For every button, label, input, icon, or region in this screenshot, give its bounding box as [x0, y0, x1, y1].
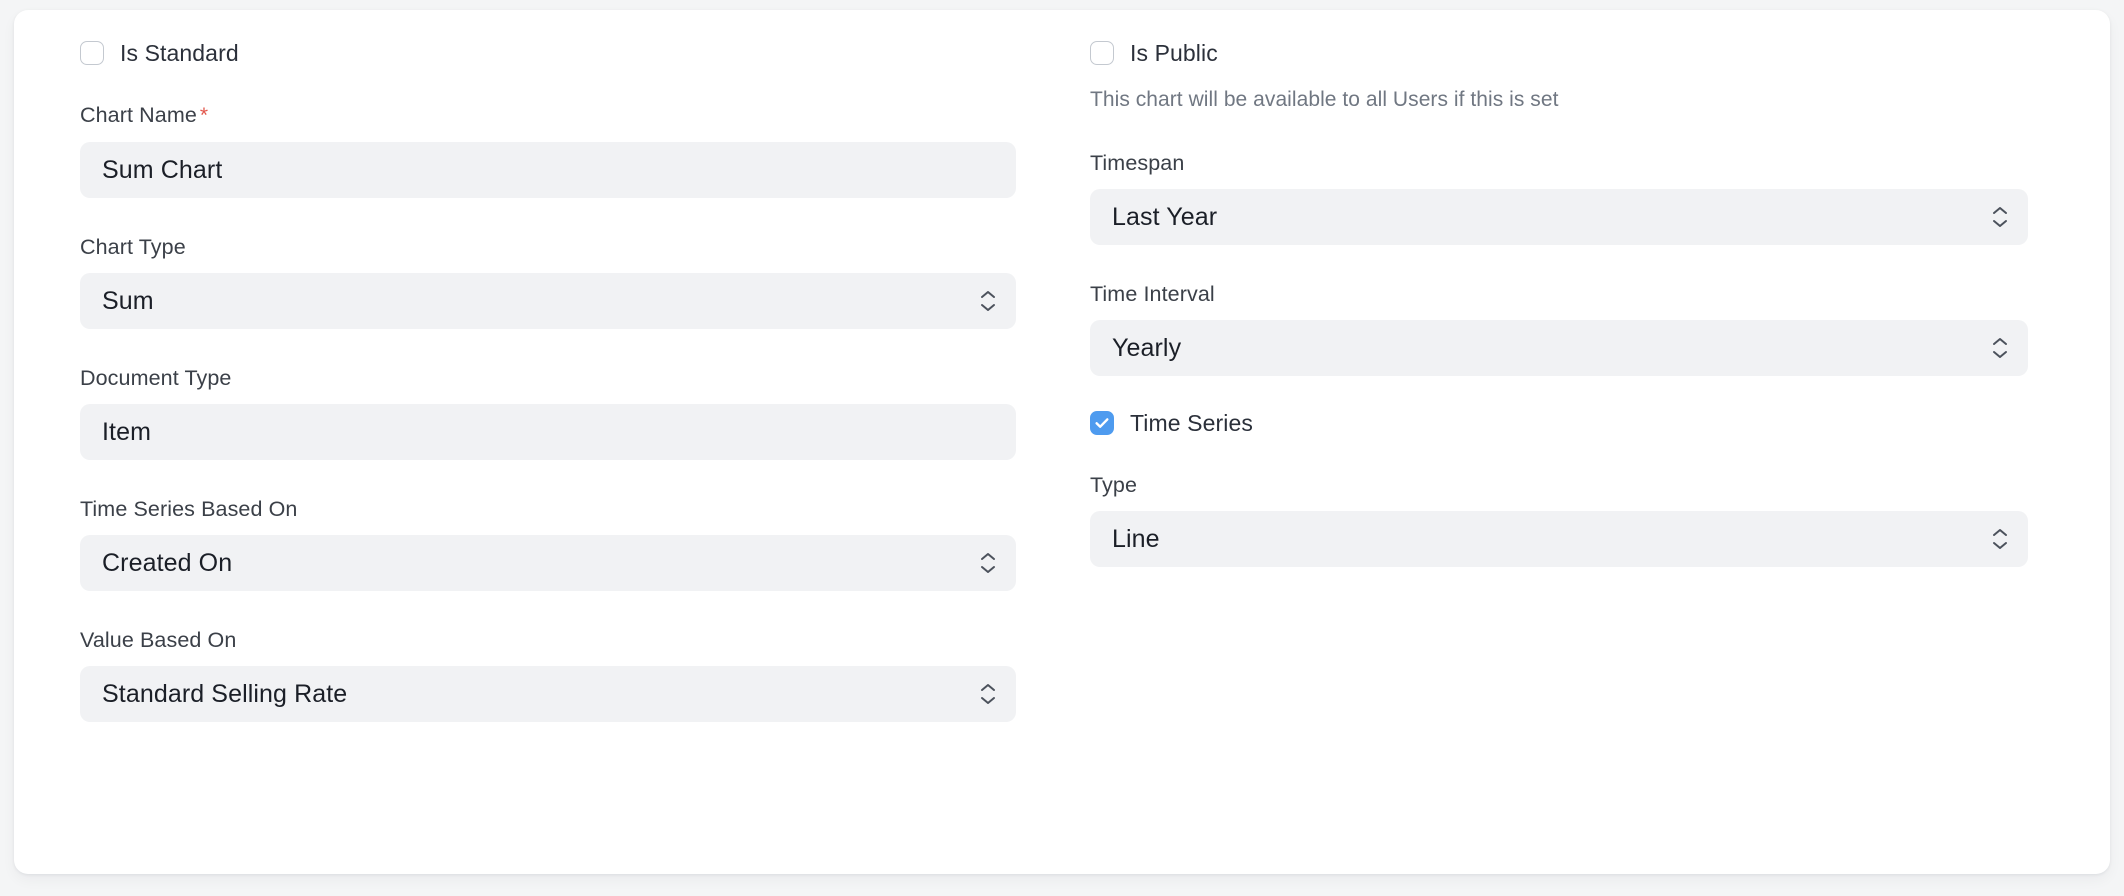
field-label-timespan: Timespan [1090, 150, 2028, 176]
form-column-right: Is Public This chart will be available t… [1062, 40, 2110, 567]
field-value-based-on: Value Based On Standard Selling Rate [80, 627, 1016, 722]
timespan-value: Last Year [1112, 202, 1217, 232]
value-based-on-value: Standard Selling Rate [102, 679, 347, 709]
chart-type-select[interactable]: Sum [80, 273, 1016, 329]
chart-name-value: Sum Chart [102, 155, 222, 185]
is-public-label[interactable]: Is Public [1130, 40, 1218, 66]
field-label-text: Chart Name [80, 103, 197, 127]
chart-name-input[interactable]: Sum Chart [80, 142, 1016, 198]
is-standard-label[interactable]: Is Standard [120, 40, 239, 66]
field-chart-name: Chart Name* Sum Chart [80, 102, 1016, 198]
is-public-help-text: This chart will be available to all User… [1090, 86, 2028, 114]
checkbox-unchecked-icon[interactable] [1090, 41, 1114, 65]
time-series-based-on-value: Created On [102, 548, 232, 578]
chevron-up-down-icon [980, 290, 996, 312]
field-time-interval: Time Interval Yearly [1090, 281, 2028, 376]
dashboard-chart-form-card: Is Standard Chart Name* Sum Chart Chart … [14, 10, 2110, 874]
value-based-on-select[interactable]: Standard Selling Rate [80, 666, 1016, 722]
document-type-input[interactable]: Item [80, 404, 1016, 460]
field-label-document-type: Document Type [80, 365, 1016, 391]
is-standard-checkbox-row[interactable]: Is Standard [80, 40, 1016, 66]
field-document-type: Document Type Item [80, 365, 1016, 460]
time-interval-select[interactable]: Yearly [1090, 320, 2028, 376]
chart-type-value: Sum [102, 286, 154, 316]
checkbox-unchecked-icon[interactable] [80, 41, 104, 65]
field-label-chart-name: Chart Name* [80, 102, 1016, 129]
required-asterisk: * [200, 104, 208, 127]
chevron-up-down-icon [980, 683, 996, 705]
page-background: Is Standard Chart Name* Sum Chart Chart … [0, 0, 2124, 896]
checkbox-checked-icon[interactable] [1090, 411, 1114, 435]
field-label-value-based-on: Value Based On [80, 627, 1016, 653]
time-series-checkbox-row[interactable]: Time Series [1090, 410, 2028, 436]
field-label-type: Type [1090, 472, 2028, 498]
field-time-series-based-on: Time Series Based On Created On [80, 496, 1016, 591]
field-label-time-interval: Time Interval [1090, 281, 2028, 307]
timespan-select[interactable]: Last Year [1090, 189, 2028, 245]
form-column-left: Is Standard Chart Name* Sum Chart Chart … [14, 40, 1062, 722]
time-series-based-on-select[interactable]: Created On [80, 535, 1016, 591]
type-select[interactable]: Line [1090, 511, 2028, 567]
time-series-label[interactable]: Time Series [1130, 410, 1253, 436]
field-timespan: Timespan Last Year [1090, 150, 2028, 245]
chevron-up-down-icon [1992, 337, 2008, 359]
time-interval-value: Yearly [1112, 333, 1181, 363]
type-value: Line [1112, 524, 1160, 554]
field-label-time-series-based-on: Time Series Based On [80, 496, 1016, 522]
chevron-up-down-icon [980, 552, 996, 574]
chevron-up-down-icon [1992, 206, 2008, 228]
chevron-up-down-icon [1992, 528, 2008, 550]
document-type-value: Item [102, 417, 151, 447]
is-public-checkbox-row[interactable]: Is Public [1090, 40, 2028, 66]
field-label-chart-type: Chart Type [80, 234, 1016, 260]
field-chart-type: Chart Type Sum [80, 234, 1016, 329]
field-type: Type Line [1090, 472, 2028, 567]
